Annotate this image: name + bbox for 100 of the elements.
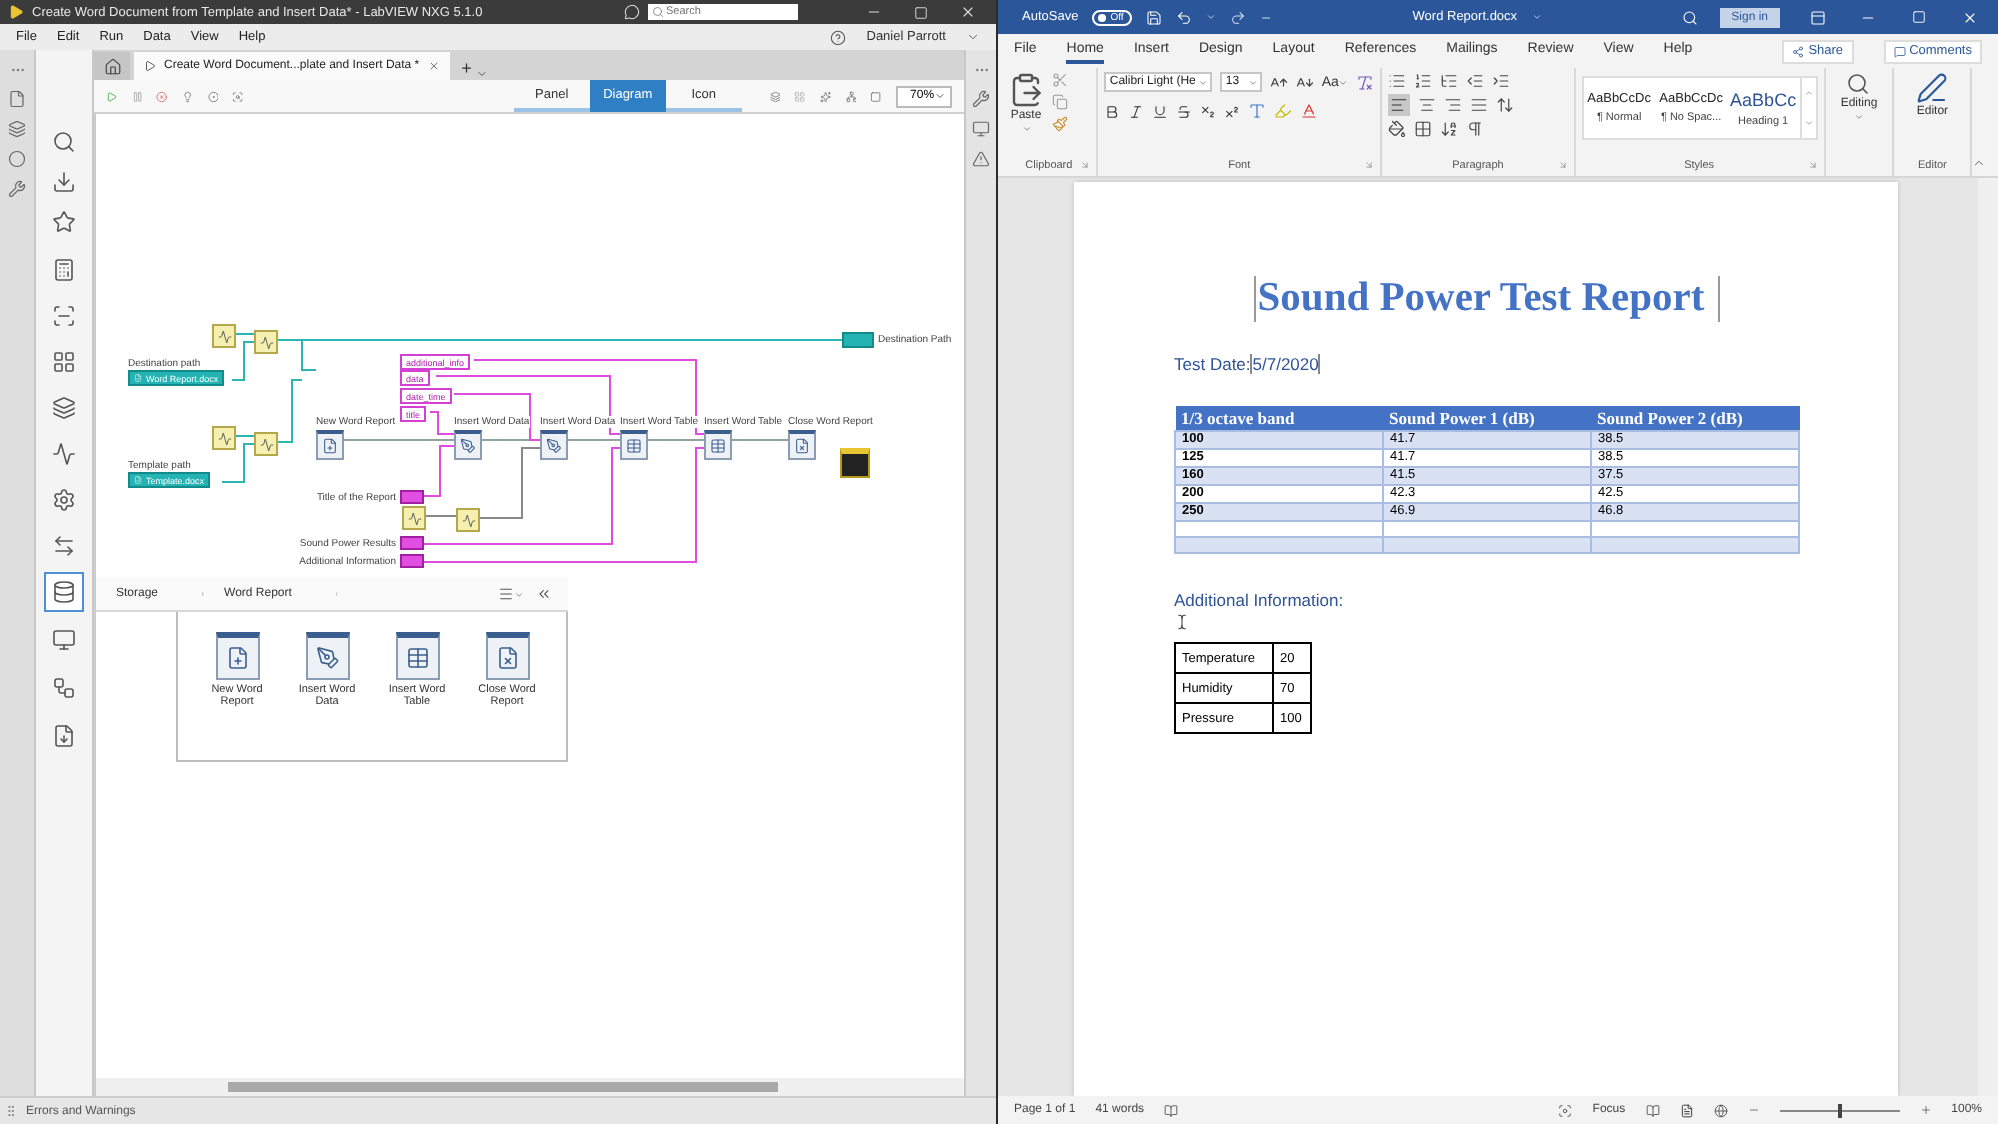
align-center-icon[interactable] xyxy=(1418,96,1437,114)
date-label: Test Date: xyxy=(1174,354,1251,374)
terminal-icon xyxy=(400,490,424,504)
new-report-icon xyxy=(322,438,338,454)
undo-icon[interactable] xyxy=(1176,9,1193,25)
focus-icon[interactable] xyxy=(1558,1103,1573,1117)
vertical-scrollbar[interactable] xyxy=(1978,178,1998,1096)
align-right-icon[interactable] xyxy=(1444,96,1463,114)
italic-icon[interactable] xyxy=(1127,103,1144,119)
caret-icon xyxy=(1021,124,1031,134)
strikethrough-icon[interactable] xyxy=(1175,103,1192,119)
search-icon xyxy=(52,130,76,154)
layers-icon[interactable] xyxy=(769,87,781,105)
close-report-icon xyxy=(495,646,519,670)
underline-icon[interactable] xyxy=(1151,103,1168,119)
circle-icon[interactable] xyxy=(8,150,26,168)
path-indicator xyxy=(842,332,874,348)
clear-formatting-icon[interactable] xyxy=(1356,73,1375,91)
new-report-icon xyxy=(225,646,249,670)
increase-indent-icon[interactable] xyxy=(1492,72,1511,90)
borders-icon[interactable] xyxy=(1414,120,1433,138)
waveform-icon xyxy=(52,442,76,466)
play-logo-icon xyxy=(8,4,24,20)
column-header: Sound Power 2 (dB) xyxy=(1591,406,1799,431)
calculator-icon xyxy=(52,258,76,282)
wire xyxy=(221,443,255,483)
launcher-icon[interactable] xyxy=(1364,160,1375,170)
star-icon xyxy=(52,210,76,234)
shrink-font-icon[interactable] xyxy=(1295,73,1314,91)
wire xyxy=(729,439,789,441)
launcher-icon[interactable] xyxy=(1807,160,1818,170)
caret-icon[interactable] xyxy=(966,30,980,44)
waveform-icon xyxy=(461,513,475,527)
save-icon[interactable] xyxy=(1146,9,1163,25)
home-button[interactable] xyxy=(94,52,130,80)
grow-font-icon[interactable] xyxy=(1269,73,1288,91)
align-left-icon[interactable] xyxy=(1390,96,1409,114)
pilcrow-icon[interactable] xyxy=(1466,120,1485,138)
close-icon[interactable] xyxy=(427,60,440,72)
palette-category-button[interactable] xyxy=(44,572,84,612)
zoom-slider-thumb[interactable] xyxy=(1837,1103,1842,1117)
wrench-icon[interactable] xyxy=(972,90,990,108)
zoom-in-icon[interactable] xyxy=(1919,1104,1932,1116)
print-layout-icon[interactable] xyxy=(1679,1103,1694,1117)
square-icon[interactable] xyxy=(870,87,883,105)
justify-icon[interactable] xyxy=(1470,96,1489,114)
speech-bubble-icon[interactable] xyxy=(624,4,640,20)
sparkle-icon[interactable] xyxy=(820,87,832,105)
shading-icon[interactable] xyxy=(1388,120,1407,138)
warning-icon[interactable] xyxy=(972,150,990,168)
search-icon xyxy=(652,6,664,18)
new-tab-button[interactable]: + xyxy=(453,58,472,80)
network-icon[interactable] xyxy=(845,87,857,105)
table-icon xyxy=(710,438,726,454)
scan-icon xyxy=(52,304,76,328)
launcher-icon[interactable] xyxy=(1079,160,1090,170)
subscript-icon[interactable] xyxy=(1199,103,1216,119)
search-icon[interactable] xyxy=(1681,9,1698,25)
multilevel-list-icon[interactable] xyxy=(1440,72,1459,90)
proofing-icon[interactable] xyxy=(1164,1103,1179,1117)
sort-icon[interactable] xyxy=(1440,120,1459,138)
web-layout-icon[interactable] xyxy=(1713,1103,1728,1117)
probe-icon[interactable] xyxy=(207,87,219,105)
copy-icon[interactable] xyxy=(1052,94,1068,110)
monitor-icon[interactable] xyxy=(972,120,990,138)
bold-icon[interactable] xyxy=(1103,103,1120,119)
collapse-icon[interactable] xyxy=(536,586,552,602)
customize-icon[interactable] xyxy=(1260,11,1273,23)
maximize-icon[interactable] xyxy=(914,5,928,19)
superscript-icon[interactable] xyxy=(1223,103,1240,119)
style-preview: AaBbCc xyxy=(1730,89,1797,109)
abort-icon[interactable] xyxy=(156,87,168,105)
line-spacing-icon[interactable] xyxy=(1496,96,1515,114)
file-icon[interactable] xyxy=(8,90,26,108)
layers-icon[interactable] xyxy=(8,120,26,138)
wrench-icon[interactable] xyxy=(8,180,26,198)
read-mode-icon[interactable] xyxy=(1645,1103,1660,1117)
menu-icon[interactable] xyxy=(498,586,514,602)
bullets-icon[interactable] xyxy=(1388,72,1407,90)
scan-icon[interactable] xyxy=(232,87,244,105)
caret-icon xyxy=(1338,77,1349,87)
caret-icon[interactable] xyxy=(514,589,524,599)
ribbon-display-icon[interactable] xyxy=(1810,9,1826,25)
text-effects-icon[interactable] xyxy=(1247,102,1266,120)
file-icon xyxy=(134,374,142,382)
text-cursor-icon xyxy=(1174,614,1190,630)
database-icon xyxy=(52,580,76,604)
launcher-icon[interactable] xyxy=(1557,160,1568,170)
font-color-icon[interactable] xyxy=(1299,102,1318,120)
collapse-ribbon-icon[interactable] xyxy=(1972,156,1986,170)
numbering-icon[interactable] xyxy=(1414,72,1433,90)
paintbrush-icon[interactable] xyxy=(1052,116,1068,132)
help-icon[interactable] xyxy=(830,29,847,45)
lightbulb-icon[interactable] xyxy=(181,87,194,105)
redo-icon[interactable] xyxy=(1230,9,1247,25)
pen-icon xyxy=(315,646,339,670)
table-icon xyxy=(405,646,429,670)
waveform-icon xyxy=(259,335,273,349)
decrease-indent-icon[interactable] xyxy=(1466,72,1485,90)
scissors-icon[interactable] xyxy=(1052,72,1068,88)
